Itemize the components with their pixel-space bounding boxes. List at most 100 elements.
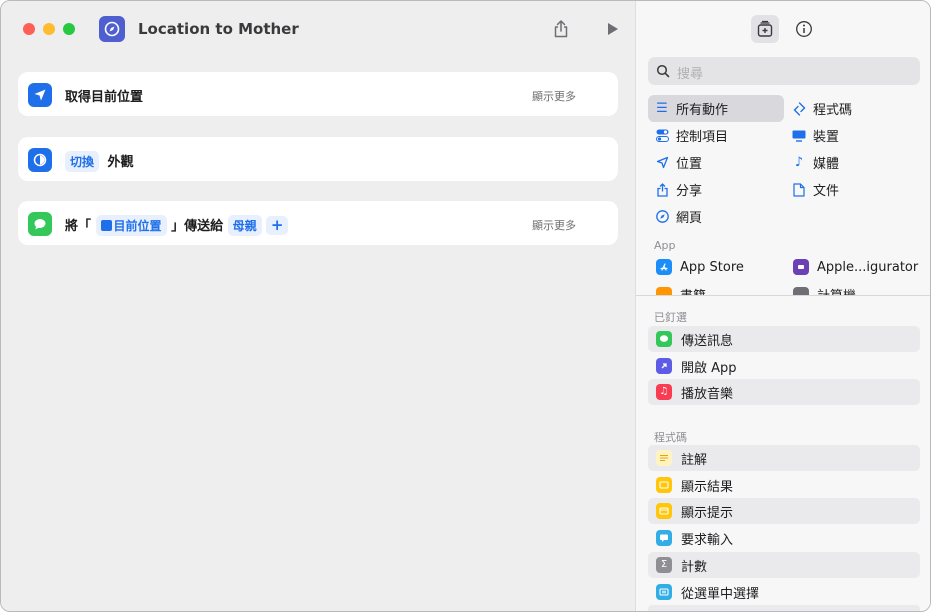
category-scripting[interactable]: 程式碼 [791, 95, 852, 122]
compass-icon [654, 209, 670, 225]
display-icon [791, 128, 807, 144]
action-label: 顯示結果 [681, 479, 734, 495]
scripting-choose-from-menu[interactable]: 從選單中選擇 [648, 579, 920, 605]
scripting-ask-for-input[interactable]: 要求輸入 [648, 525, 920, 551]
action-label: 顯示提示 [681, 505, 734, 521]
send-middle: 」傳送給 [171, 219, 224, 234]
scripting-show-alert[interactable]: 顯示提示 [648, 498, 920, 524]
category-controls[interactable]: 控制項目 [654, 122, 728, 149]
send-prefix: 將「 [65, 219, 92, 234]
action-get-current-location[interactable]: 取得目前位置 顯示更多 [18, 72, 618, 116]
category-web[interactable]: 網頁 [654, 203, 702, 230]
app-store-icon [656, 259, 672, 275]
shortcut-editor: Location to Mother 取得目前位置 顯示更多 切換 外觀 將「 … [1, 1, 635, 611]
scripting-icon [791, 101, 807, 117]
category-label: 位置 [676, 157, 703, 172]
show-more-button[interactable]: 顯示更多 [532, 217, 576, 233]
action-label: 從選單中選擇 [681, 586, 760, 602]
play-icon [608, 23, 618, 35]
action-library-tab[interactable] [751, 15, 779, 43]
action-title: 取得目前位置 [65, 90, 144, 105]
details-tab[interactable] [790, 15, 818, 43]
shortcuts-window: Location to Mother 取得目前位置 顯示更多 切換 外觀 將「 … [0, 0, 931, 612]
configurator-icon [793, 259, 809, 275]
scripting-section-label: 程式碼 [654, 431, 687, 444]
share-icon [654, 182, 670, 198]
action-title: 將「 目前位置 」傳送給 母親 + [65, 215, 289, 236]
speech-bubble-icon [656, 530, 672, 546]
pinned-play-music[interactable]: ♫ 播放音樂 [648, 379, 920, 405]
current-location-variable[interactable]: 目前位置 [95, 215, 167, 236]
sigma-icon: Σ [656, 557, 672, 573]
app-item-app-store[interactable]: App Store [656, 259, 744, 275]
appearance-icon [28, 148, 52, 172]
scripting-count[interactable]: Σ 計數 [648, 552, 920, 578]
category-device[interactable]: 裝置 [791, 122, 839, 149]
category-media[interactable]: ♪ 媒體 [791, 149, 839, 176]
music-note-icon: ♫ [656, 384, 672, 400]
pinned-section-label: 已釘選 [654, 311, 687, 324]
category-sharing[interactable]: 分享 [654, 176, 702, 203]
category-label: 裝置 [813, 130, 840, 145]
show-more-button[interactable]: 顯示更多 [532, 88, 576, 104]
alert-icon [656, 503, 672, 519]
action-toggle-appearance[interactable]: 切換 外觀 [18, 137, 618, 181]
category-all-actions[interactable]: ☰ 所有動作 [648, 95, 784, 122]
app-label: Apple...igurator [817, 259, 919, 275]
search-field[interactable]: 搜尋 [648, 57, 920, 85]
pinned-open-app[interactable]: 開啟 App [648, 353, 920, 379]
recipient-parameter[interactable]: 母親 [227, 215, 262, 236]
action-label: 要求輸入 [681, 532, 734, 548]
search-placeholder: 搜尋 [677, 67, 704, 82]
open-app-arrow-icon [656, 358, 672, 374]
app-item-calculator[interactable]: 計算機 [793, 285, 856, 295]
search-icon [656, 64, 670, 78]
categories-panel: 搜尋 ☰ 所有動作 控制項目 位置 分享 網頁 程式碼 裝置 ♪ 媒體 文件 A… [636, 1, 930, 296]
category-label: 文件 [813, 184, 840, 199]
show-result-icon [656, 477, 672, 493]
action-label: 傳送訊息 [681, 333, 734, 349]
toggle-parameter[interactable]: 切換 [65, 151, 100, 172]
category-documents[interactable]: 文件 [791, 176, 839, 203]
music-note-icon: ♪ [794, 155, 804, 170]
action-label: 開啟 App [681, 360, 737, 376]
location-arrow-icon [28, 83, 52, 107]
location-arrow-icon [100, 220, 112, 231]
action-send-message[interactable]: 將「 目前位置 」傳送給 母親 + 顯示更多 [18, 201, 618, 245]
scripting-next-item[interactable] [648, 605, 920, 611]
category-location[interactable]: 位置 [654, 149, 702, 176]
category-label: 控制項目 [676, 130, 729, 145]
appearance-label: 外觀 [107, 155, 134, 170]
pinned-send-message[interactable]: 傳送訊息 [648, 326, 920, 352]
library-add-icon [757, 20, 773, 37]
menu-icon [656, 584, 672, 600]
category-label: 所有動作 [676, 103, 729, 118]
list-icon: ☰ [656, 101, 668, 116]
app-label: 書籍 [680, 285, 706, 295]
comment-lines-icon [656, 450, 672, 466]
category-label: 分享 [676, 184, 703, 199]
variable-label: 目前位置 [113, 219, 162, 233]
share-button[interactable] [549, 17, 573, 41]
messages-icon [28, 212, 52, 236]
document-icon [791, 182, 807, 198]
scripting-comment[interactable]: 註解 [648, 445, 920, 471]
app-label: App Store [680, 259, 744, 275]
shortcut-icon[interactable] [99, 16, 125, 42]
compass-icon [104, 21, 120, 37]
minimize-window-button[interactable] [43, 23, 55, 35]
scripting-show-result[interactable]: 顯示結果 [648, 472, 920, 498]
category-label: 程式碼 [813, 103, 853, 118]
app-item-books[interactable]: 書籍 [656, 285, 706, 295]
books-icon [656, 286, 672, 295]
zoom-window-button[interactable] [63, 23, 75, 35]
action-label: 播放音樂 [681, 386, 734, 402]
action-title: 切換 外觀 [65, 151, 134, 172]
share-icon [554, 20, 568, 38]
add-recipient-button[interactable]: + [266, 216, 289, 235]
app-item-apple-configurator[interactable]: Apple...igurator [793, 259, 918, 275]
shortcut-title[interactable]: Location to Mother [138, 20, 299, 38]
run-button[interactable] [601, 17, 625, 41]
close-window-button[interactable] [23, 23, 35, 35]
category-label: 媒體 [813, 157, 840, 172]
